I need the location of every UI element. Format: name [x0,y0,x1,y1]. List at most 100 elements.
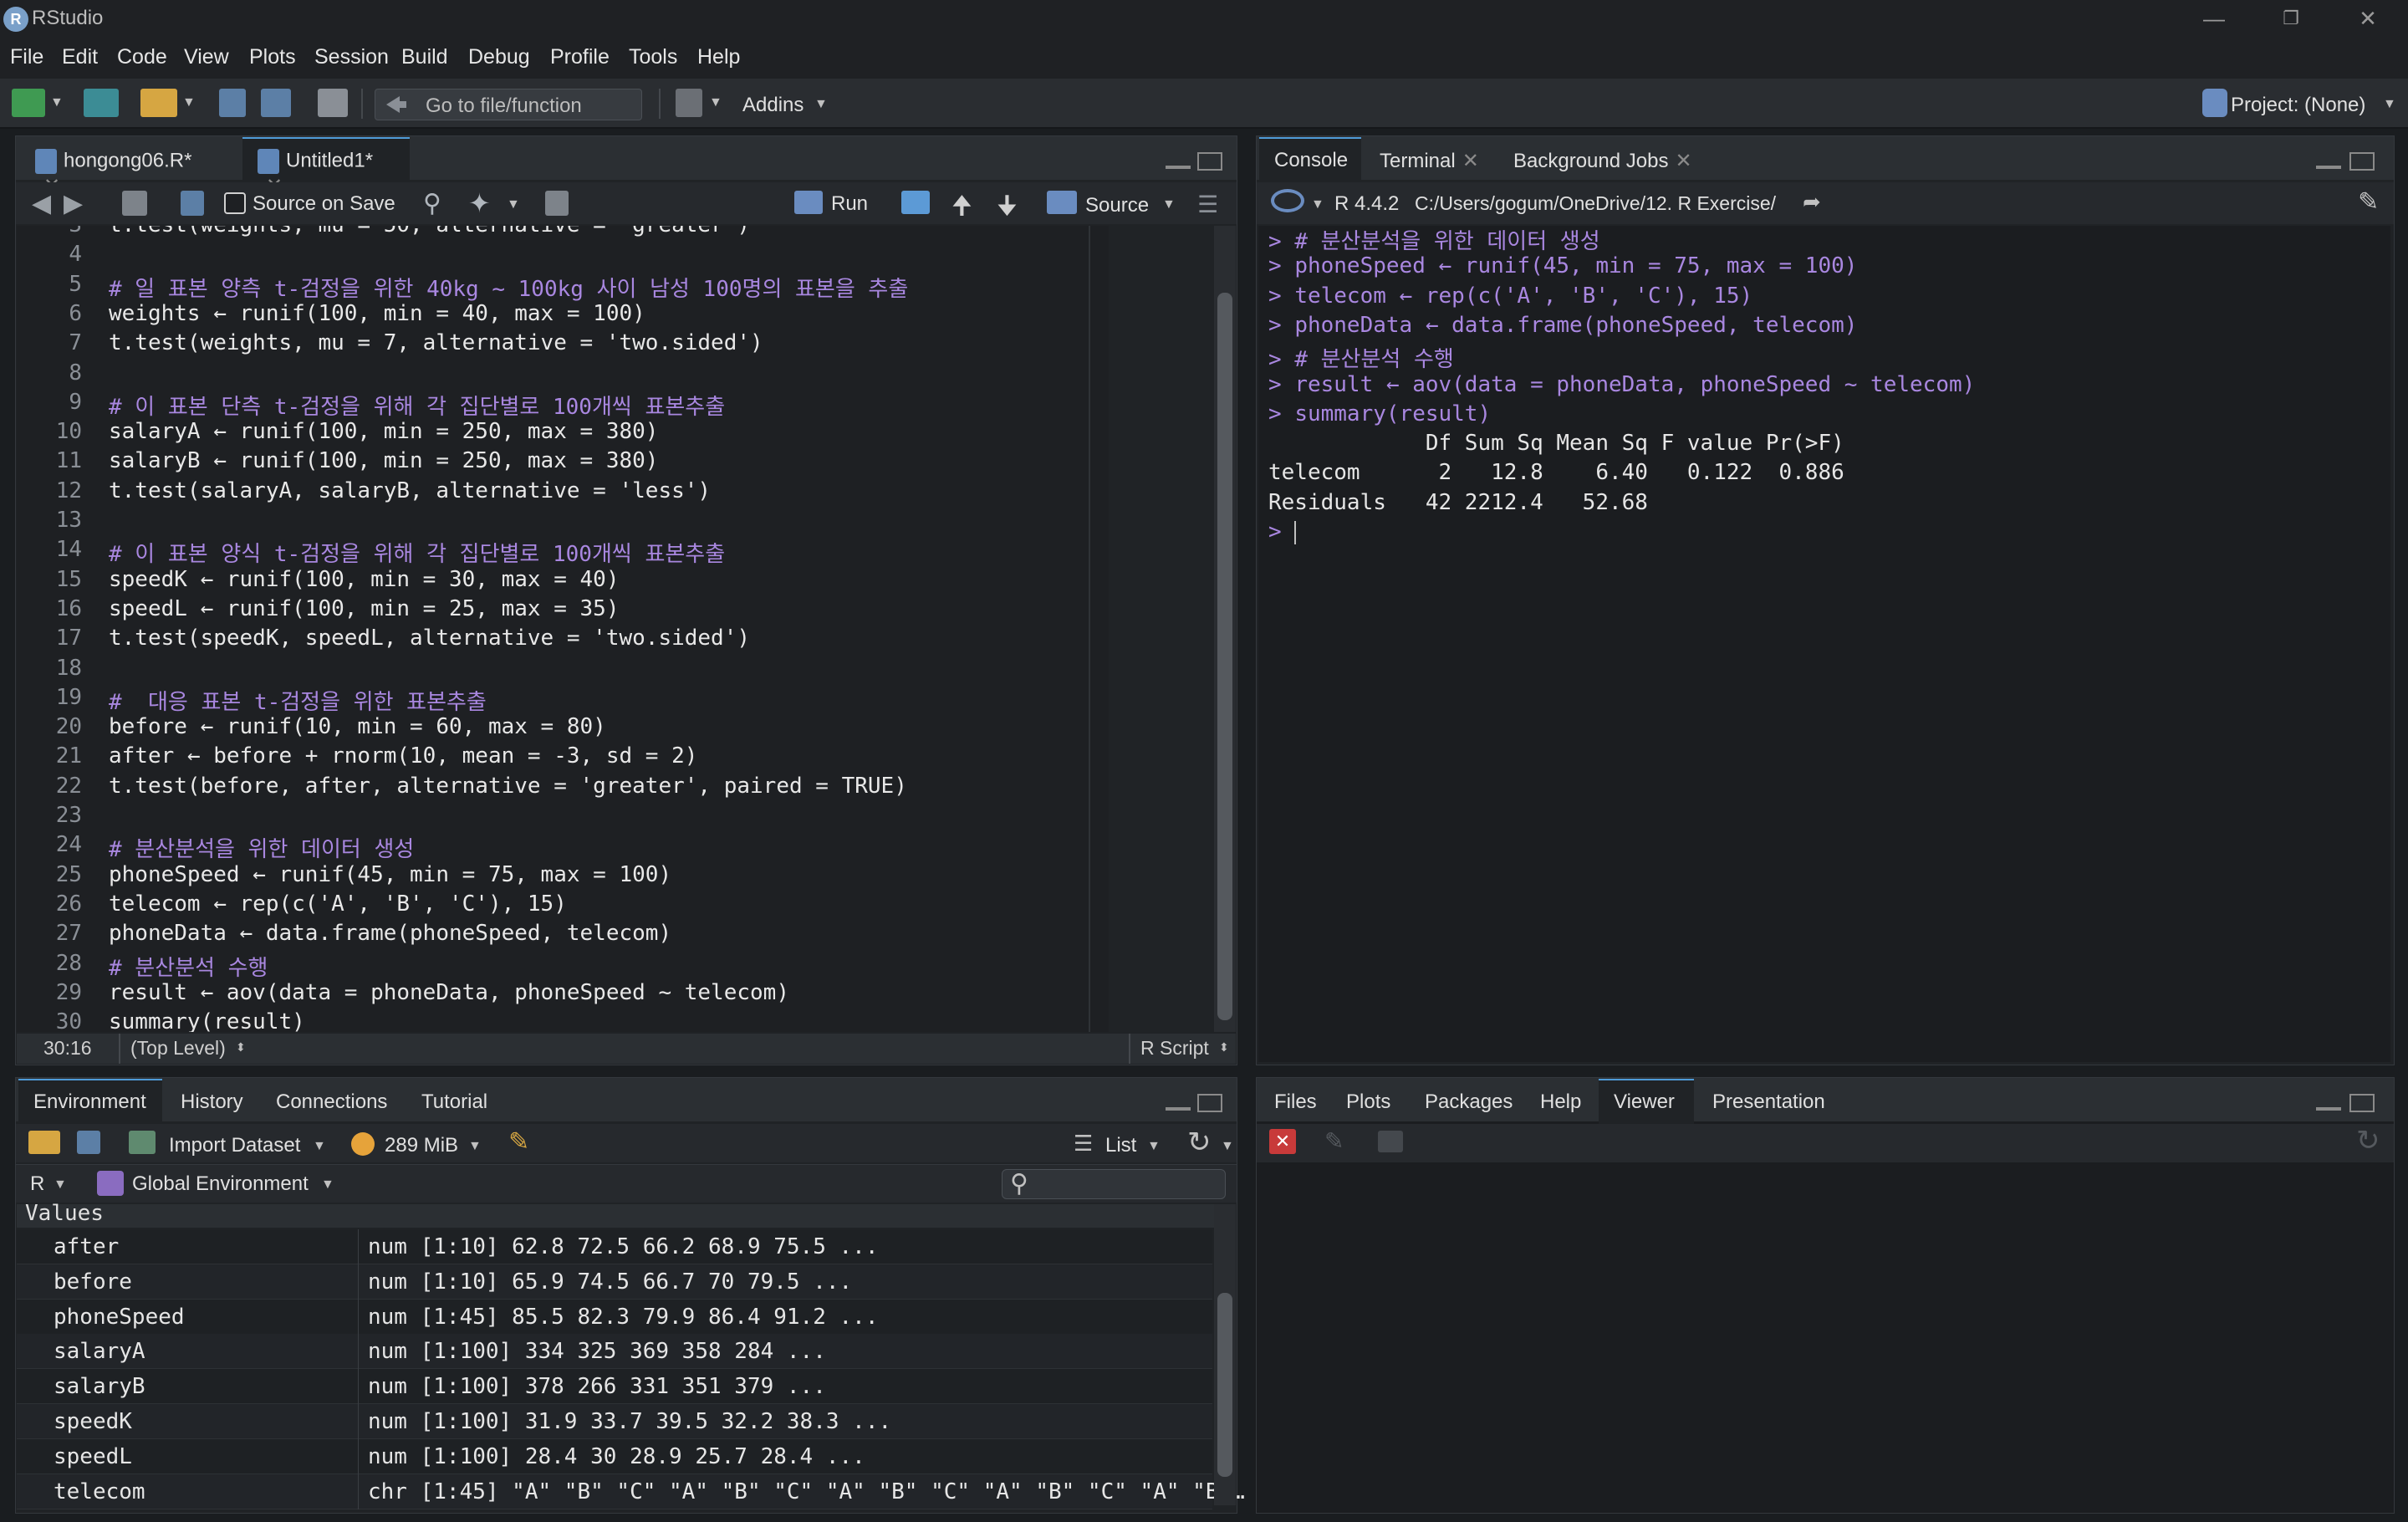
save-icon[interactable] [219,89,246,117]
source-on-save-checkbox[interactable] [224,192,246,214]
search-icon[interactable]: ⚲ [423,189,441,218]
arrow-down-icon[interactable]: 🠋 [997,187,1018,230]
clear-workspace-broom-icon[interactable]: ✎ [508,1127,529,1157]
project-menu[interactable]: Project: (None) [2231,94,2365,117]
maximize-pane-icon[interactable] [1197,1094,1222,1112]
tab-environment[interactable]: Environment [18,1079,162,1124]
source-button[interactable]: Source [1085,194,1149,217]
language-selector[interactable]: R [30,1172,44,1196]
environment-row[interactable]: before num [1:10] 65.9 74.5 66.7 70 79.5 … [17,1264,1212,1300]
menu-view[interactable]: View [184,45,229,69]
close-tab-icon[interactable]: ✕ [1675,150,1691,172]
menu-tools[interactable]: Tools [629,45,677,69]
tab-viewer[interactable]: Viewer [1599,1079,1694,1124]
menu-edit[interactable]: Edit [62,45,98,69]
code-editor[interactable]: 3 t.test(weights, mu = 50, alternative = … [17,226,1109,1032]
load-workspace-icon[interactable] [28,1131,60,1154]
clear-viewer-icon[interactable]: ✕ [1269,1129,1296,1154]
environment-row[interactable]: phoneSpeed num [1:45] 85.5 82.3 79.9 86.4… [17,1299,1212,1335]
rerun-icon[interactable] [901,191,930,214]
environment-row[interactable]: telecom chr [1:45] "A" "B" "C" "A" "B" "C… [17,1473,1245,1509]
tab-background-jobs[interactable]: Background Jobs ✕ [1498,139,1707,181]
tab-presentation[interactable]: Presentation [1697,1080,1841,1122]
minimize-pane-icon[interactable] [2316,1107,2341,1111]
run-button[interactable]: Run [831,192,868,216]
clear-console-broom-icon[interactable]: ✎ [2358,187,2379,217]
run-icon[interactable] [794,191,823,214]
environment-row[interactable]: after num [1:10] 62.8 72.5 66.2 68.9 75.5… [17,1229,1212,1264]
minimize-pane-icon[interactable] [2316,166,2341,169]
environment-row[interactable]: salaryA num [1:100] 334 325 369 358 284 .… [17,1334,1212,1370]
open-file-icon[interactable] [140,89,177,117]
new-project-icon[interactable] [84,89,119,117]
new-file-chevron-down-icon[interactable]: ▼ [50,95,64,110]
r-version[interactable]: R 4.4.2 [1334,192,1399,216]
source-chevron-down-icon[interactable]: ▼ [1162,197,1176,212]
arrow-up-icon[interactable]: 🠉 [951,187,972,230]
menu-help[interactable]: Help [697,45,740,69]
refresh-icon[interactable]: ↻ [1187,1126,1212,1159]
source-icon[interactable] [1047,191,1077,214]
restore-window-button[interactable]: ❐ [2274,3,2308,33]
open-file-chevron-down-icon[interactable]: ▼ [182,95,196,110]
close-window-button[interactable]: ✕ [2351,3,2385,33]
environment-row[interactable]: salaryB num [1:100] 378 266 331 351 379 .… [17,1369,1212,1405]
tab-tutorial[interactable]: Tutorial [406,1080,515,1122]
editor-scrollbar-thumb[interactable] [1217,293,1232,1020]
environment-row[interactable]: speedK num [1:100] 31.9 33.7 39.5 32.2 38… [17,1404,1212,1439]
menu-plots[interactable]: Plots [249,45,296,69]
print-icon[interactable] [318,89,348,117]
tab-files[interactable]: Files [1259,1080,1329,1122]
go-to-directory-icon[interactable]: ➦ [1803,189,1821,215]
maximize-pane-icon[interactable] [2349,1094,2375,1112]
scope-chevron-icon[interactable]: ⬍ [236,1040,246,1055]
goto-file-function-input[interactable]: Go to file/function [375,89,642,120]
tab-help[interactable]: Help [1525,1080,1597,1122]
compile-report-icon[interactable] [545,191,569,216]
tab-packages[interactable]: Packages [1410,1080,1523,1122]
environment-scrollbar-thumb[interactable] [1217,1293,1232,1477]
menu-file[interactable]: File [10,45,43,69]
magic-wand-icon[interactable]: ✦ [468,187,491,219]
close-tab-icon[interactable]: ✕ [1462,150,1479,172]
file-type-selector[interactable]: R Script [1140,1037,1209,1060]
r-version-chevron-down-icon[interactable]: ▼ [1311,197,1324,212]
import-dataset-icon[interactable] [129,1131,156,1154]
refresh-viewer-icon[interactable]: ↻ [2356,1124,2380,1157]
minimize-pane-icon[interactable] [1166,166,1191,169]
memory-usage[interactable]: 289 MiB [385,1134,458,1157]
language-chevron-down-icon[interactable]: ▼ [54,1177,67,1193]
menu-debug[interactable]: Debug [468,45,530,69]
maximize-pane-icon[interactable] [2349,152,2375,171]
addins-menu[interactable]: Addins [742,94,804,117]
tab-history[interactable]: History [166,1080,259,1122]
tab-console[interactable]: Console [1259,137,1361,182]
minimize-window-button[interactable]: — [2197,3,2231,33]
forward-arrow-icon[interactable]: ▶ [64,189,83,218]
file-type-chevron-icon[interactable]: ⬍ [1219,1040,1229,1055]
console-output[interactable]: > # 분산분석을 위한 데이터 생성 > phoneSpeed ← runif(… [1258,226,2390,1062]
menu-build[interactable]: Build [401,45,448,69]
grid-layout-icon[interactable] [676,89,702,117]
editor-tab-untitled1[interactable]: Untitled1* ✕ [242,137,410,197]
code-tools-chevron-down-icon[interactable]: ▼ [507,197,520,212]
tab-terminal[interactable]: Terminal ✕ [1365,139,1492,181]
minimize-pane-icon[interactable] [1166,1107,1191,1111]
scope-chevron-down-icon[interactable]: ▼ [321,1177,334,1193]
save-all-icon[interactable] [261,89,291,117]
maximize-pane-icon[interactable] [1197,152,1222,171]
environment-scope-selector[interactable]: Global Environment [132,1172,309,1196]
editor-tab-hongong06[interactable]: hongong06.R* ✕ [20,139,224,197]
view-mode-selector[interactable]: List [1105,1134,1136,1157]
addins-chevron-down-icon[interactable]: ▼ [814,97,828,112]
import-dataset-button[interactable]: Import Dataset [169,1134,300,1157]
menu-profile[interactable]: Profile [550,45,610,69]
view-mode-chevron-down-icon[interactable]: ▼ [1147,1139,1161,1154]
back-arrow-icon[interactable]: ◀ [32,189,51,218]
save-icon[interactable] [181,191,204,216]
scope-selector[interactable]: (Top Level) [130,1037,226,1060]
tab-connections[interactable]: Connections [261,1080,403,1122]
import-dataset-chevron-down-icon[interactable]: ▼ [313,1139,326,1154]
show-in-window-icon[interactable] [122,191,147,216]
document-outline-icon[interactable]: ☰ [1197,191,1218,218]
